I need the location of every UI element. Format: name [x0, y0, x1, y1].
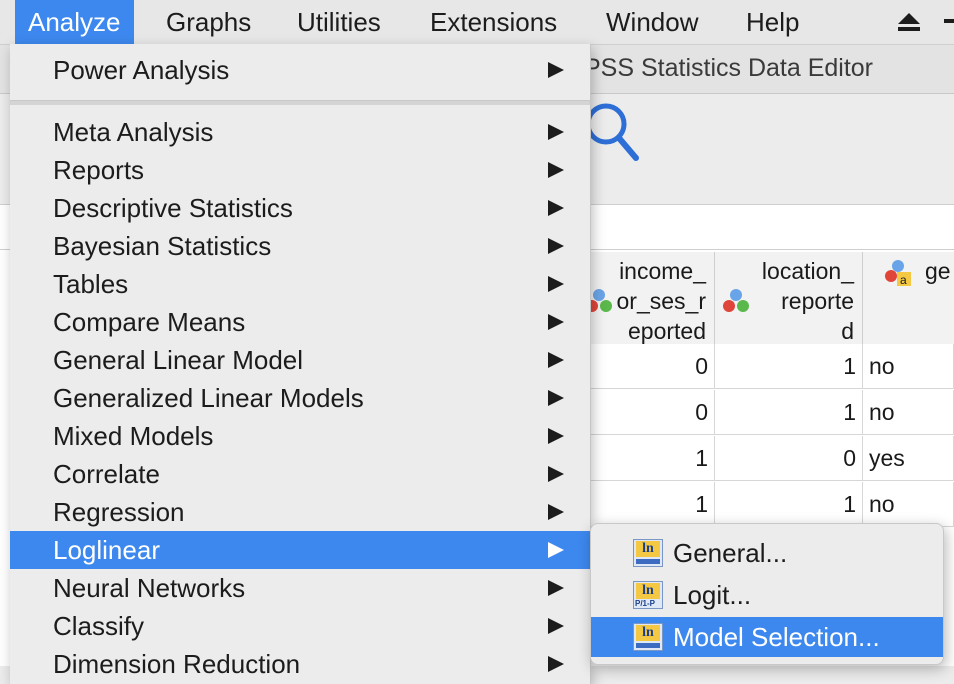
menu-item-label: Classify: [53, 611, 145, 641]
menu-item-label: Mixed Models: [53, 421, 214, 451]
column-header-ge[interactable]: a ge: [863, 252, 954, 345]
menu-item-reports[interactable]: Reports: [10, 151, 590, 189]
loglinear-model-selection-icon: ln: [633, 623, 663, 651]
column-header-income[interactable]: income_ or_ses_r eported: [580, 252, 715, 345]
submenu-arrow-icon: [548, 580, 564, 596]
menu-item-label: General Linear Model: [53, 345, 304, 375]
menu-item-label: Meta Analysis: [53, 117, 214, 147]
submenu-arrow-icon: [548, 542, 564, 558]
table-cell[interactable]: no: [863, 390, 954, 435]
menu-item-classify[interactable]: Classify: [10, 607, 590, 645]
submenu-arrow-icon: [548, 162, 564, 178]
menu-item-mixed-models[interactable]: Mixed Models: [10, 417, 590, 455]
table-cell[interactable]: 1: [715, 390, 863, 435]
column-header-label: income_ or_ses_r eported: [616, 258, 706, 344]
menu-item-label: Neural Networks: [53, 573, 246, 603]
menu-item-label: Loglinear: [53, 535, 160, 565]
menu-item-generalized-linear-models[interactable]: Generalized Linear Models: [10, 379, 590, 417]
loglinear-logit-icon: ln P/1-P: [633, 581, 663, 609]
submenu-item-model-selection[interactable]: ln Model Selection...: [591, 617, 943, 657]
menu-item-descriptive-statistics[interactable]: Descriptive Statistics: [10, 189, 590, 227]
menu-bar: Analyze Graphs Utilities Extensions Wind…: [0, 0, 954, 45]
table-cell[interactable]: 0: [715, 436, 863, 481]
submenu-arrow-icon: [548, 428, 564, 444]
menu-item-compare-means[interactable]: Compare Means: [10, 303, 590, 341]
submenu-arrow-icon: [548, 352, 564, 368]
loglinear-general-icon: ln: [633, 539, 663, 567]
menu-item-label: Dimension Reduction: [53, 649, 301, 679]
column-header-label: ge: [925, 258, 951, 284]
table-cell[interactable]: 1: [580, 482, 715, 527]
menu-item-label: Generalized Linear Models: [53, 383, 364, 413]
menu-item-power-analysis[interactable]: Power Analysis: [10, 51, 590, 89]
submenu-item-label: General...: [673, 538, 788, 568]
svg-text:a: a: [900, 273, 907, 287]
menu-item-meta-analysis[interactable]: Meta Analysis: [10, 113, 590, 151]
menu-item-bayesian-statistics[interactable]: Bayesian Statistics: [10, 227, 590, 265]
menu-item-label: Reports: [53, 155, 145, 185]
submenu-arrow-icon: [548, 656, 564, 672]
menu-item-label: Correlate: [53, 459, 160, 489]
loglinear-submenu: ln General... ln P/1-P Logit... ln Model …: [590, 523, 944, 665]
menu-extensions[interactable]: Extensions: [417, 0, 570, 44]
nominal-variable-icon: [723, 289, 749, 312]
menu-item-label: Compare Means: [53, 307, 246, 337]
column-header-label: location_ reporte d: [761, 258, 854, 344]
table-cell[interactable]: 1: [580, 436, 715, 481]
menu-separator: [10, 100, 590, 105]
menu-item-neural-networks[interactable]: Neural Networks: [10, 569, 590, 607]
submenu-arrow-icon: [548, 238, 564, 254]
submenu-item-general[interactable]: ln General...: [591, 533, 943, 573]
table-cell[interactable]: yes: [863, 436, 954, 481]
column-header-location[interactable]: location_ reporte d: [715, 252, 863, 345]
menu-graphs[interactable]: Graphs: [153, 0, 264, 44]
table-cell[interactable]: no: [863, 482, 954, 527]
menu-utilities[interactable]: Utilities: [284, 0, 394, 44]
submenu-arrow-icon: [548, 276, 564, 292]
menu-item-dimension-reduction[interactable]: Dimension Reduction: [10, 645, 590, 683]
menu-item-label: Tables: [53, 269, 129, 299]
menu-item-label: Regression: [53, 497, 185, 527]
menu-item-label: Bayesian Statistics: [53, 231, 272, 261]
submenu-arrow-icon: [548, 466, 564, 482]
submenu-arrow-icon: [548, 314, 564, 330]
table-cell[interactable]: 0: [580, 390, 715, 435]
submenu-item-label: Logit...: [673, 580, 752, 610]
menu-item-label: Power Analysis: [53, 55, 230, 85]
menu-window[interactable]: Window: [593, 0, 711, 44]
menu-analyze[interactable]: Analyze: [15, 0, 134, 44]
menu-item-regression[interactable]: Regression: [10, 493, 590, 531]
menu-item-general-linear-model[interactable]: General Linear Model: [10, 341, 590, 379]
submenu-arrow-icon: [548, 618, 564, 634]
menu-help[interactable]: Help: [733, 0, 812, 44]
table-cell[interactable]: no: [863, 344, 954, 389]
submenu-arrow-icon: [548, 390, 564, 406]
table-cell[interactable]: 0: [580, 344, 715, 389]
menu-item-loglinear[interactable]: Loglinear: [10, 531, 590, 569]
submenu-item-label: Model Selection...: [673, 622, 880, 652]
table-cell[interactable]: 1: [715, 344, 863, 389]
eject-icon[interactable]: [896, 13, 922, 33]
menu-item-tables[interactable]: Tables: [10, 265, 590, 303]
search-icon[interactable]: [584, 100, 640, 164]
menu-extra-icon[interactable]: [944, 19, 954, 23]
submenu-arrow-icon: [548, 200, 564, 216]
table-cell[interactable]: 1: [715, 482, 863, 527]
menu-item-label: Descriptive Statistics: [53, 193, 293, 223]
submenu-arrow-icon: [548, 504, 564, 520]
submenu-arrow-icon: [548, 124, 564, 140]
string-variable-icon: a: [885, 260, 911, 287]
menu-item-correlate[interactable]: Correlate: [10, 455, 590, 493]
analyze-dropdown-menu: Power Analysis Meta Analysis Reports Des…: [10, 44, 591, 684]
window-title: PSS Statistics Data Editor: [584, 54, 874, 82]
submenu-item-logit[interactable]: ln P/1-P Logit...: [591, 575, 943, 615]
submenu-arrow-icon: [548, 62, 564, 78]
